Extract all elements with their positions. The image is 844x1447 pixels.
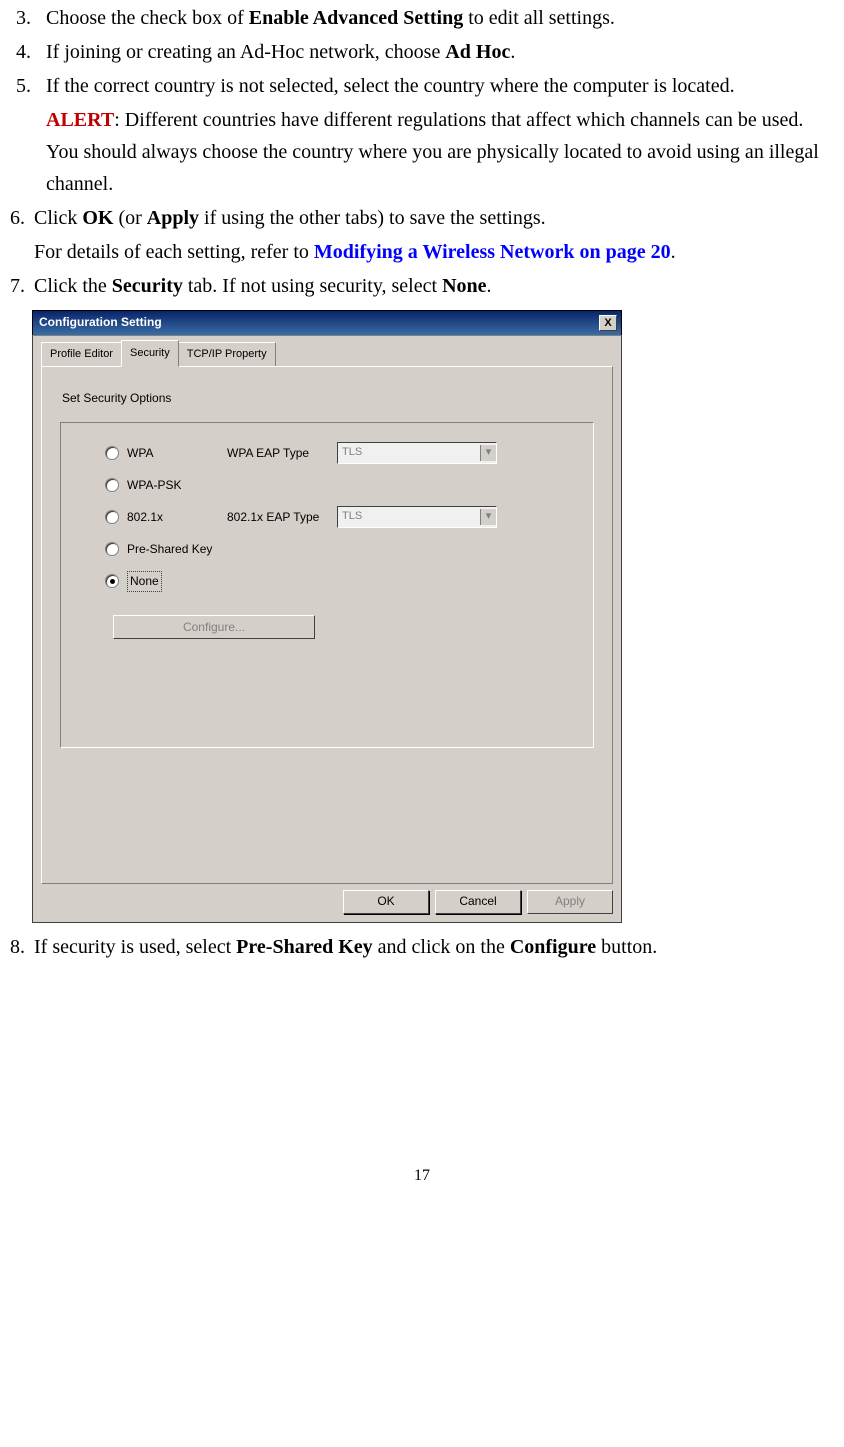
step-4: 4. If joining or creating an Ad-Hoc netw… — [10, 36, 834, 68]
step-6: 6. Click OK (or Apply if using the other… — [10, 202, 834, 234]
dialog-body: Profile Editor Security TCP/IP Property … — [32, 335, 622, 923]
label-wpa-eap-type: WPA EAP Type — [227, 444, 337, 463]
step-4-body: If joining or creating an Ad-Hoc network… — [46, 36, 834, 68]
group-set-security-options: Set Security Options — [62, 389, 594, 408]
radio-8021x-label: 802.1x — [127, 508, 227, 527]
radio-wpa[interactable] — [105, 446, 119, 460]
radio-none[interactable] — [105, 574, 119, 588]
configure-button[interactable]: Configure... — [113, 615, 315, 639]
step-7: 7. Click the Security tab. If not using … — [10, 270, 834, 302]
step-3-num: 3. — [10, 2, 46, 34]
radio-pre-shared-key[interactable] — [105, 542, 119, 556]
radio-wpa-psk-label: WPA-PSK — [127, 476, 227, 495]
step-6b: For details of each setting, refer to Mo… — [10, 236, 834, 268]
radio-8021x[interactable] — [105, 510, 119, 524]
page-number: 17 — [10, 1163, 834, 1189]
tab-profile-editor[interactable]: Profile Editor — [41, 342, 122, 366]
step-5-num: 5. — [10, 70, 46, 102]
tab-security[interactable]: Security — [121, 340, 179, 367]
step-7-num: 7. — [10, 270, 34, 302]
radio-none-label: None — [127, 571, 162, 592]
step-5: 5. If the correct country is not selecte… — [10, 70, 834, 102]
step-5-body: If the correct country is not selected, … — [46, 70, 834, 102]
link-modify-wireless[interactable]: Modifying a Wireless Network on page 20 — [314, 241, 671, 263]
chevron-down-icon: ▾ — [480, 445, 496, 461]
dialog-titlebar: Configuration Setting X — [32, 310, 622, 335]
apply-button[interactable]: Apply — [527, 890, 613, 914]
security-options-group: WPA WPA EAP Type TLS ▾ WPA-PSK — [60, 422, 594, 748]
step-8-body: If security is used, select Pre-Shared K… — [34, 931, 834, 963]
step-8: 8. If security is used, select Pre-Share… — [10, 931, 834, 963]
radio-wpa-label: WPA — [127, 444, 227, 463]
tab-page-security: Set Security Options WPA WPA EAP Type TL… — [41, 366, 613, 884]
dropdown-wpa-eap-type[interactable]: TLS ▾ — [337, 442, 497, 464]
alert-paragraph: ALERT: Different countries have differen… — [10, 104, 834, 200]
dropdown-8021x-eap-type[interactable]: TLS ▾ — [337, 506, 497, 528]
step-3-body: Choose the check box of Enable Advanced … — [46, 2, 834, 34]
dialog-configuration-setting: Configuration Setting X Profile Editor S… — [32, 310, 622, 923]
dialog-title: Configuration Setting — [39, 313, 162, 332]
tab-tcpip-property[interactable]: TCP/IP Property — [178, 342, 276, 366]
step-7-body: Click the Security tab. If not using sec… — [34, 270, 834, 302]
step-3: 3. Choose the check box of Enable Advanc… — [10, 2, 834, 34]
dialog-button-row: OK Cancel Apply — [41, 890, 613, 914]
step-8-num: 8. — [10, 931, 34, 963]
chevron-down-icon: ▾ — [480, 509, 496, 525]
ok-button[interactable]: OK — [343, 890, 429, 914]
tab-row: Profile Editor Security TCP/IP Property — [41, 344, 613, 366]
radio-wpa-psk[interactable] — [105, 478, 119, 492]
label-8021x-eap-type: 802.1x EAP Type — [227, 508, 337, 527]
close-icon[interactable]: X — [599, 315, 617, 331]
step-6-body: Click OK (or Apply if using the other ta… — [34, 202, 834, 234]
radio-pre-shared-key-label: Pre-Shared Key — [127, 540, 227, 559]
alert-label: ALERT — [46, 109, 114, 131]
cancel-button[interactable]: Cancel — [435, 890, 521, 914]
step-6-num: 6. — [10, 202, 34, 234]
step-4-num: 4. — [10, 36, 46, 68]
